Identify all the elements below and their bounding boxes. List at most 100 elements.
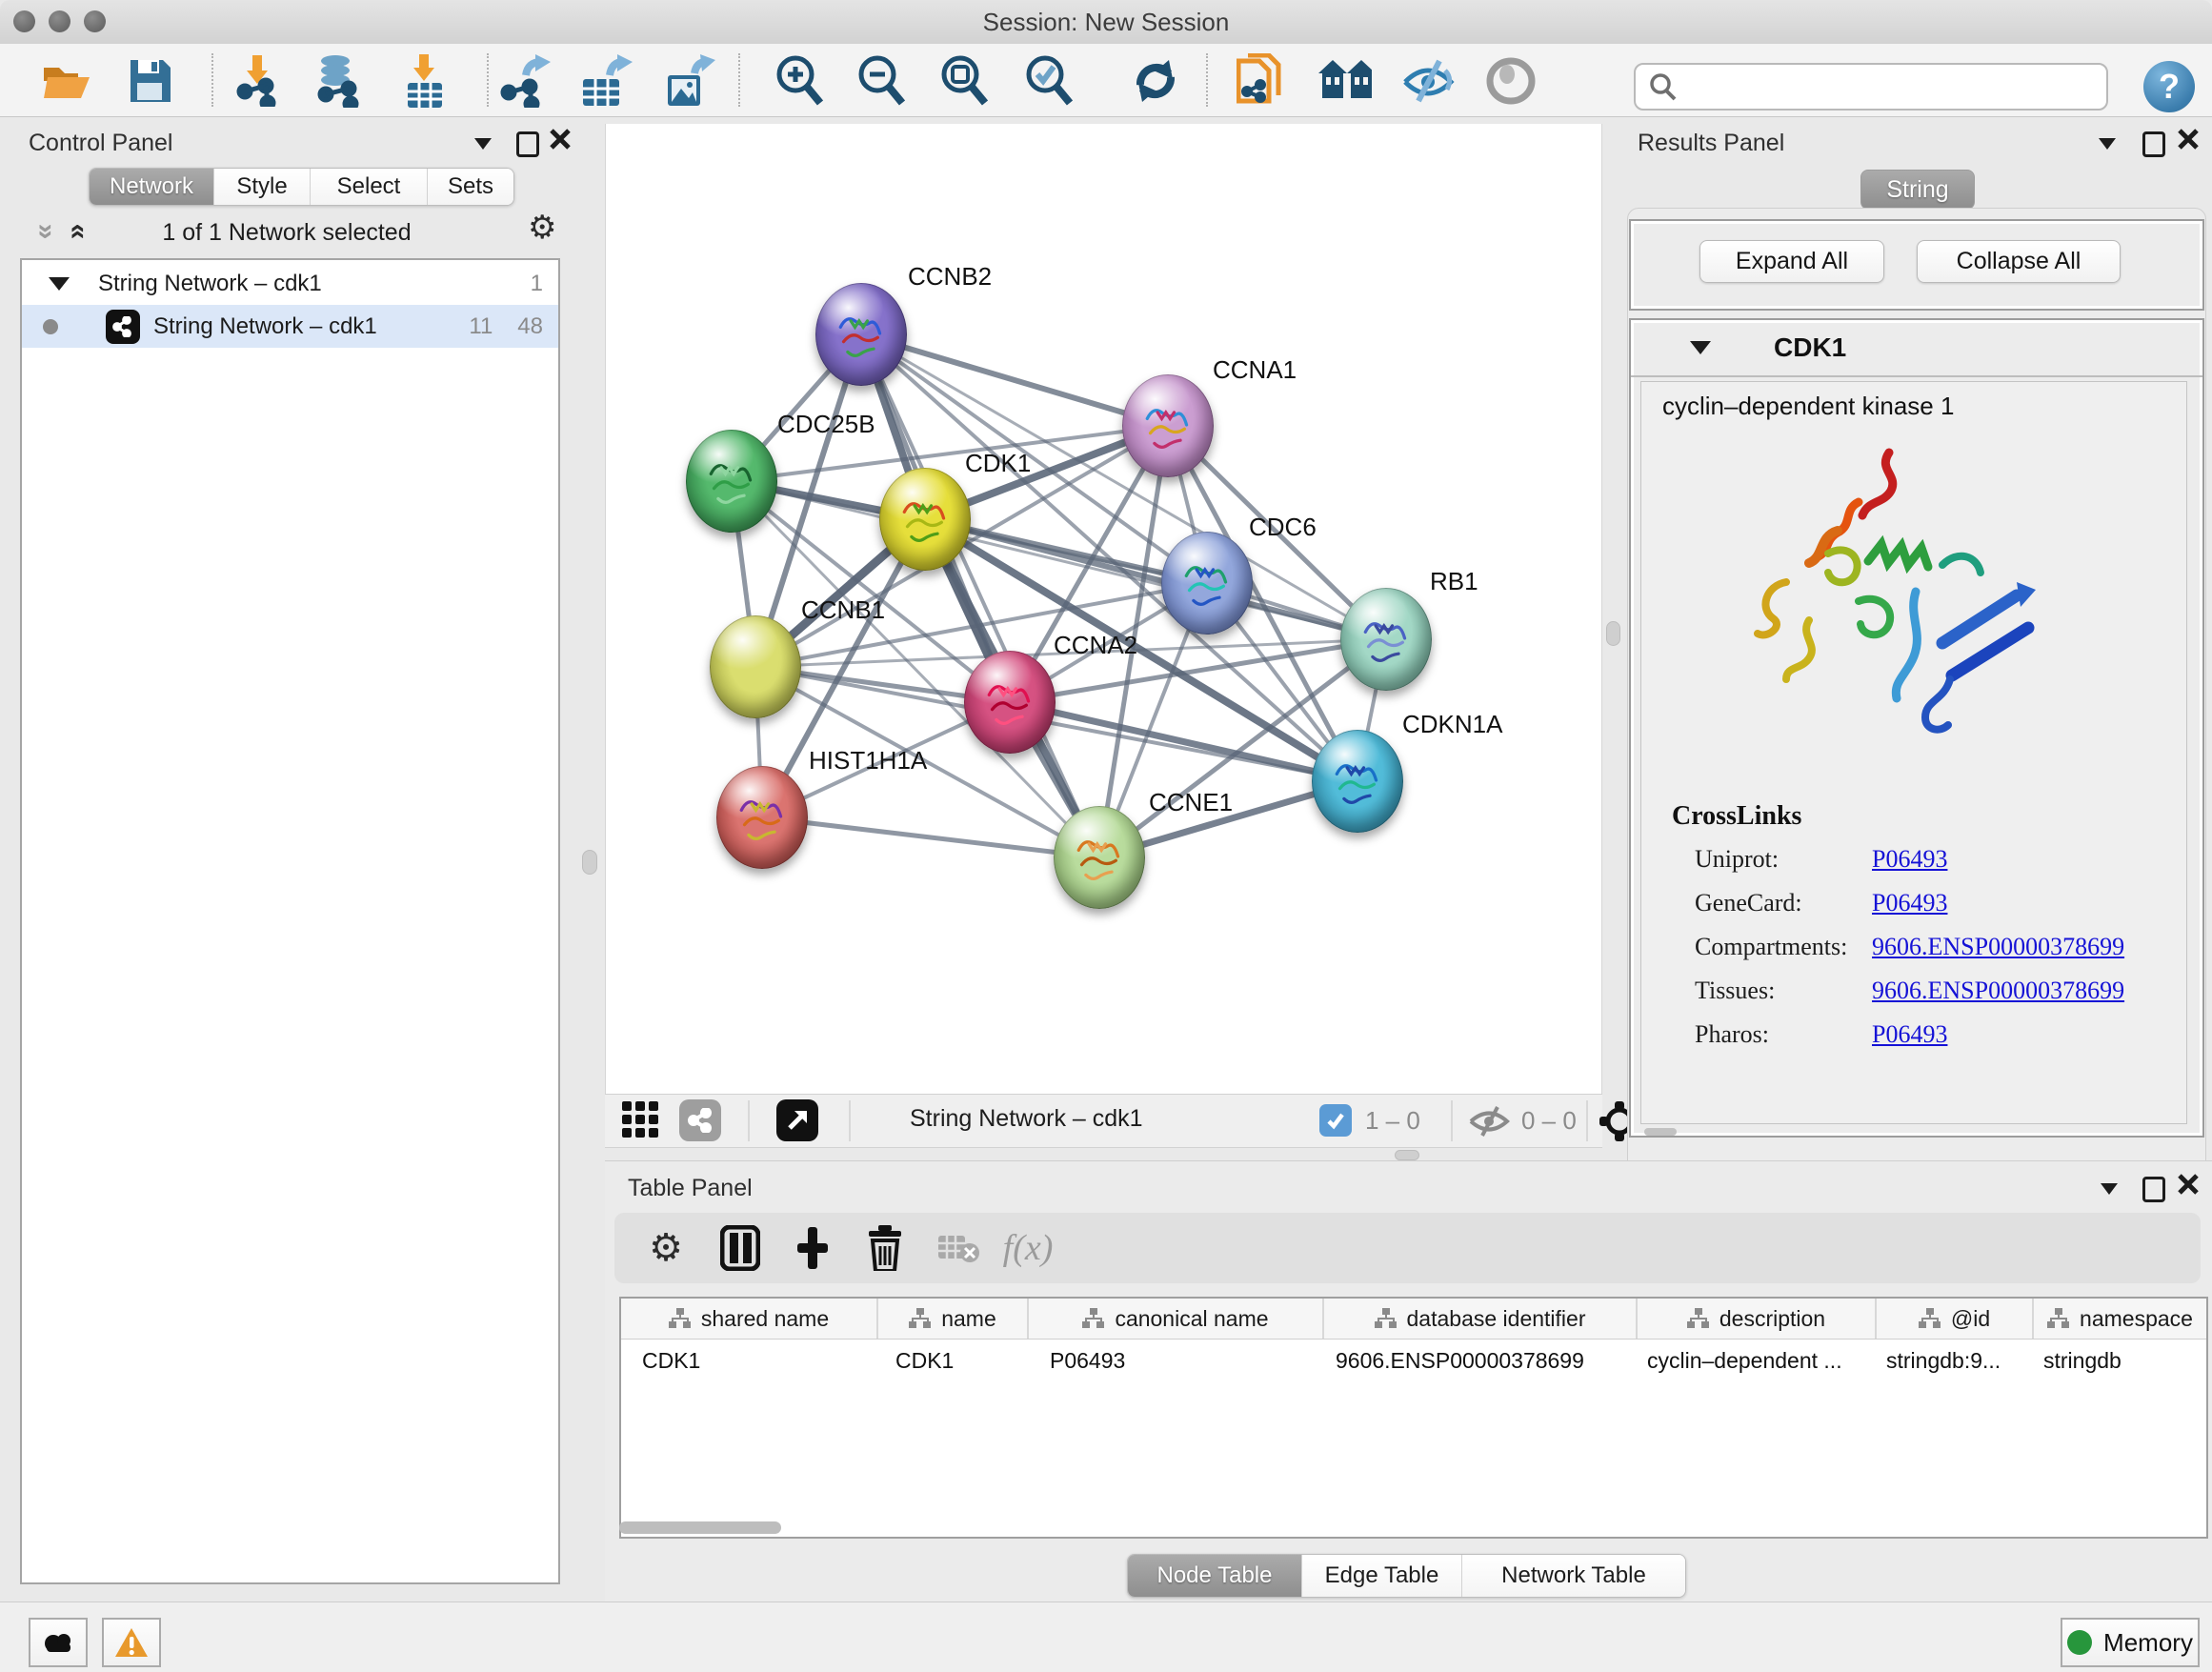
table-cell[interactable]: CDK1 (642, 1348, 871, 1374)
memory-button[interactable]: Memory (2061, 1618, 2200, 1667)
zoom-fit-icon[interactable] (938, 54, 992, 108)
crosslink-value-link[interactable]: P06493 (1872, 1020, 1947, 1049)
cloud-button[interactable] (29, 1618, 88, 1667)
save-session-icon[interactable] (124, 54, 177, 108)
network-node-cdc6[interactable] (1161, 532, 1253, 635)
table-panel-close-icon[interactable] (2177, 1173, 2200, 1200)
network-row[interactable]: String Network – cdk1 11 48 (22, 305, 558, 348)
tree-expander-icon[interactable] (49, 277, 70, 291)
network-edge[interactable] (861, 334, 1099, 857)
network-node-hist1h1a[interactable] (716, 766, 808, 869)
network-node-ccna1[interactable] (1122, 374, 1214, 477)
results-hscrollbar[interactable] (1644, 1128, 1677, 1136)
results-panel-float-icon[interactable] (2099, 137, 2116, 154)
expand-all-button[interactable]: Expand All (1699, 240, 1884, 283)
horizontal-splitter-handle[interactable] (1395, 1150, 1419, 1160)
delete-table-icon[interactable] (935, 1223, 984, 1273)
control-panel-close-icon[interactable] (549, 128, 572, 155)
table-cell[interactable]: stringdb (2043, 1348, 2201, 1374)
selected-nodes-checkbox[interactable] (1319, 1104, 1352, 1137)
column-header[interactable]: database identifier (1324, 1299, 1638, 1339)
table-cell[interactable]: cyclin–dependent ... (1647, 1348, 1874, 1374)
tab-node-table[interactable]: Node Table (1128, 1555, 1301, 1597)
entry-expander-icon[interactable] (1690, 341, 1711, 354)
tab-sets[interactable]: Sets (427, 169, 513, 205)
hide-panels-eye-slash-icon[interactable] (1401, 54, 1455, 108)
export-table-icon[interactable] (580, 54, 633, 108)
network-node-ccnb1[interactable] (710, 615, 801, 718)
zoom-in-icon[interactable] (774, 54, 827, 108)
table-panel-float-icon[interactable] (2101, 1182, 2118, 1199)
network-edge[interactable] (762, 817, 1099, 857)
column-header[interactable]: name (878, 1299, 1029, 1339)
network-node-cdc25b[interactable] (686, 430, 777, 533)
column-header[interactable]: canonical name (1029, 1299, 1324, 1339)
string-home-icon[interactable] (1318, 54, 1372, 108)
import-table-from-file-icon[interactable] (398, 54, 452, 108)
warning-button[interactable] (102, 1618, 161, 1667)
left-splitter-handle[interactable] (582, 850, 597, 875)
zoom-selected-icon[interactable] (1023, 54, 1076, 108)
import-network-from-clipboard-icon[interactable] (1234, 54, 1287, 108)
network-node-ccne1[interactable] (1054, 806, 1145, 909)
table-cell[interactable]: CDK1 (895, 1348, 1024, 1374)
column-header[interactable]: description (1638, 1299, 1877, 1339)
table-hscrollbar[interactable] (619, 1521, 781, 1534)
crosslink-label: Compartments: (1695, 933, 1847, 960)
function-builder-icon[interactable]: f(x) (1003, 1223, 1053, 1273)
network-node-rb1[interactable] (1340, 588, 1432, 691)
help-button[interactable]: ? (2143, 61, 2195, 112)
network-node-cdkn1a[interactable] (1312, 730, 1403, 833)
network-overview-icon[interactable] (679, 1099, 721, 1141)
network-edge[interactable] (861, 334, 1168, 426)
node-table[interactable]: shared name name canonical name database… (619, 1297, 2208, 1539)
network-collection-row[interactable]: String Network – cdk1 1 (22, 262, 558, 305)
results-panel-close-icon[interactable] (2177, 128, 2200, 155)
control-panel-dock-icon[interactable] (516, 131, 539, 162)
zoom-out-icon[interactable] (855, 54, 909, 108)
network-canvas[interactable]: CCNB2CCNA1CDC25BCDK1CDC6RB1CCNB1CCNA2CDK… (605, 124, 1602, 1094)
show-graphics-details-icon[interactable] (1484, 54, 1538, 108)
table-cell[interactable]: stringdb:9... (1886, 1348, 2029, 1374)
crosslink-value-link[interactable]: 9606.ENSP00000378699 (1872, 933, 2124, 961)
refresh-view-icon[interactable] (1129, 54, 1182, 108)
right-splitter-handle[interactable] (1606, 621, 1620, 646)
tab-string[interactable]: String (1860, 170, 1975, 210)
tab-network-table[interactable]: Network Table (1461, 1555, 1685, 1597)
export-network-icon[interactable] (498, 54, 552, 108)
results-panel-dock-icon[interactable] (2142, 131, 2165, 162)
network-node-cdk1[interactable] (879, 468, 971, 571)
table-cell[interactable]: 9606.ENSP00000378699 (1336, 1348, 1636, 1374)
export-image-icon[interactable] (663, 54, 716, 108)
import-network-from-database-icon[interactable] (312, 54, 365, 108)
column-header[interactable]: @id (1877, 1299, 2034, 1339)
table-settings-gear-icon[interactable]: ⚙ (641, 1223, 691, 1273)
protein-entry-header[interactable]: CDK1 (1631, 320, 2202, 377)
table-cell[interactable]: P06493 (1050, 1348, 1317, 1374)
search-input[interactable] (1687, 72, 2106, 101)
create-column-plus-icon[interactable] (788, 1223, 837, 1273)
control-panel-float-icon[interactable] (474, 137, 492, 154)
birdseye-grid-icon[interactable] (622, 1101, 660, 1144)
show-columns-icon[interactable] (715, 1223, 765, 1273)
open-session-icon[interactable] (40, 54, 93, 108)
hidden-eye-slash-icon[interactable] (1468, 1106, 1510, 1141)
network-node-ccnb2[interactable] (815, 283, 907, 386)
delete-column-trash-icon[interactable] (860, 1223, 910, 1273)
import-network-from-file-icon[interactable] (231, 54, 285, 108)
collapse-all-button[interactable]: Collapse All (1917, 240, 2121, 283)
search-field[interactable] (1634, 63, 2108, 111)
network-options-gear-icon[interactable]: ⚙ (528, 212, 556, 244)
tab-network[interactable]: Network (90, 169, 213, 205)
tab-select[interactable]: Select (310, 169, 427, 205)
crosslink-value-link[interactable]: P06493 (1872, 845, 1947, 874)
tab-edge-table[interactable]: Edge Table (1301, 1555, 1461, 1597)
network-node-ccna2[interactable] (964, 651, 1056, 754)
crosslink-value-link[interactable]: P06493 (1872, 889, 1947, 917)
tab-style[interactable]: Style (213, 169, 310, 205)
open-in-new-window-icon[interactable] (776, 1099, 818, 1141)
table-panel-dock-icon[interactable] (2142, 1177, 2165, 1207)
column-header[interactable]: shared name (621, 1299, 878, 1339)
crosslink-value-link[interactable]: 9606.ENSP00000378699 (1872, 977, 2124, 1005)
column-header[interactable]: namespace (2034, 1299, 2206, 1339)
